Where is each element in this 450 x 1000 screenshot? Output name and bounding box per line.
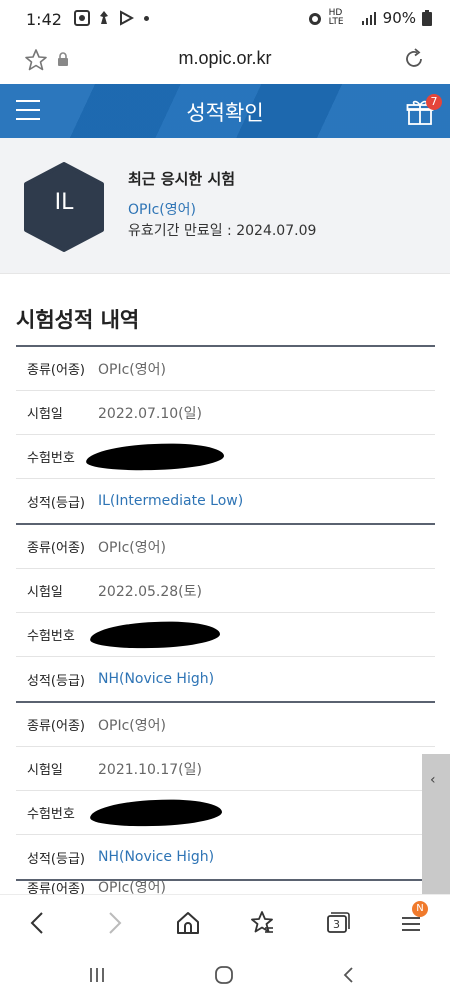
label-grade: 성적(등급) <box>27 673 85 689</box>
alarm-icon <box>308 13 321 25</box>
label-type: 종류(어종) <box>27 541 85 556</box>
value-type: OPIc(영어) <box>98 539 166 556</box>
label-date: 시험일 <box>27 763 63 778</box>
app-notification-icon <box>100 11 108 24</box>
value-type: OPIc(영어) <box>98 361 166 378</box>
browser-toolbar: 3 N <box>0 894 450 952</box>
network-label: HD LTE <box>328 8 344 27</box>
label-date: 시험일 <box>27 407 63 422</box>
record-row-number: 수험번호 <box>16 791 435 835</box>
signal-icon <box>361 12 376 25</box>
recent-exam-title: 최근 응시한 시험 <box>128 170 236 188</box>
record-row-type: 종류(어종) OPIc(영어) <box>16 347 435 391</box>
redacted-exam-number <box>89 619 221 650</box>
label-number: 수험번호 <box>27 807 75 822</box>
score-history-list: 종류(어종) OPIc(영어) 시험일 2022.07.10(일) 수험번호 성적(… <box>16 345 435 895</box>
record-row-number: 수험번호 <box>16 435 435 479</box>
home-button-icon[interactable] <box>213 964 235 986</box>
value-grade: NH(Novice High) <box>98 849 215 865</box>
recent-exam-valid-until: 유효기간 만료일 : 2024.07.09 <box>128 223 317 239</box>
score-record: 종류(어종) OPIc(영어) 시험일 2022.07.10(일) 수험번호 성적(… <box>16 345 435 523</box>
notification-icons <box>74 10 149 26</box>
record-row-date: 시험일 2021.10.17(일) <box>16 747 435 791</box>
label-number: 수험번호 <box>27 629 75 644</box>
record-row-type: 종류(어종) OPIc(영어) <box>16 525 435 569</box>
redacted-exam-number <box>85 441 225 472</box>
status-time: 1:42 <box>26 10 62 29</box>
reload-icon[interactable] <box>402 47 426 71</box>
forward-icon[interactable] <box>100 909 128 937</box>
label-type: 종류(어종) <box>27 882 85 895</box>
battery-icon <box>422 10 432 26</box>
battery-percent: 90% <box>382 9 416 27</box>
value-grade: IL(Intermediate Low) <box>98 493 244 509</box>
tab-count: 3 <box>333 918 340 931</box>
dot-icon <box>144 15 149 21</box>
record-row-number: 수험번호 <box>16 613 435 657</box>
record-row-grade: 성적(등급) NH(Novice High) <box>16 835 435 879</box>
gallery-notification-icon <box>74 10 90 26</box>
score-record-partial: 종류(어종) OPIc(영어) <box>16 879 435 895</box>
play-notification-icon <box>120 10 134 26</box>
browser-menu-button[interactable]: N <box>398 901 428 937</box>
record-row-date: 시험일 2022.07.10(일) <box>16 391 435 435</box>
value-date: 2022.05.28(토) <box>98 583 202 600</box>
home-icon[interactable] <box>174 909 202 937</box>
history-title: 시험성적 내역 <box>16 308 140 332</box>
gift-badge: 7 <box>426 94 442 110</box>
value-date: 2022.07.10(일) <box>98 405 202 422</box>
bookmarks-icon[interactable] <box>248 909 276 937</box>
url-text[interactable]: m.opic.or.kr <box>0 48 450 69</box>
value-grade: NH(Novice High) <box>98 671 215 687</box>
redacted-exam-number <box>89 797 223 828</box>
label-type: 종류(어종) <box>27 719 85 734</box>
system-navigation-bar <box>0 952 450 1000</box>
record-row-grade: 성적(등급) NH(Novice High) <box>16 657 435 701</box>
url-bar: m.opic.or.kr <box>0 36 450 84</box>
page-title: 성적확인 <box>186 101 264 125</box>
recent-apps-icon[interactable] <box>86 964 108 986</box>
back-icon[interactable] <box>24 909 52 937</box>
label-date: 시험일 <box>27 585 63 600</box>
label-type: 종류(어종) <box>27 363 85 378</box>
app-header: 성적확인 7 <box>0 84 450 138</box>
recent-exam-summary: IL 최근 응시한 시험 OPIc(영어) 유효기간 만료일 : 2024.07… <box>0 138 450 274</box>
value-date: 2021.10.17(일) <box>98 761 202 778</box>
label-grade: 성적(등급) <box>27 495 85 511</box>
system-back-icon[interactable] <box>338 964 360 986</box>
score-record: 종류(어종) OPIc(영어) 시험일 2022.05.28(토) 수험번호 성적(… <box>16 523 435 701</box>
label-grade: 성적(등급) <box>27 851 85 867</box>
chevron-left-icon: ‹ <box>430 772 436 788</box>
avatar-grade: IL <box>54 190 74 215</box>
menu-badge: N <box>412 901 428 917</box>
record-row-date: 시험일 2022.05.28(토) <box>16 569 435 613</box>
score-record: 종류(어종) OPIc(영어) 시험일 2021.10.17(일) 수험번호 성적(… <box>16 701 435 879</box>
status-right: HD LTE 90% <box>307 9 432 27</box>
value-type: OPIc(영어) <box>98 880 166 895</box>
tabs-button[interactable]: 3 <box>323 909 351 937</box>
status-bar: 1:42 HD LTE 90% <box>0 0 450 36</box>
recent-exam-type: OPIc(영어) <box>128 202 196 218</box>
record-row-grade: 성적(등급) IL(Intermediate Low) <box>16 479 435 523</box>
record-row-type: 종류(어종) OPIc(영어) <box>16 703 435 747</box>
value-type: OPIc(영어) <box>98 717 166 734</box>
